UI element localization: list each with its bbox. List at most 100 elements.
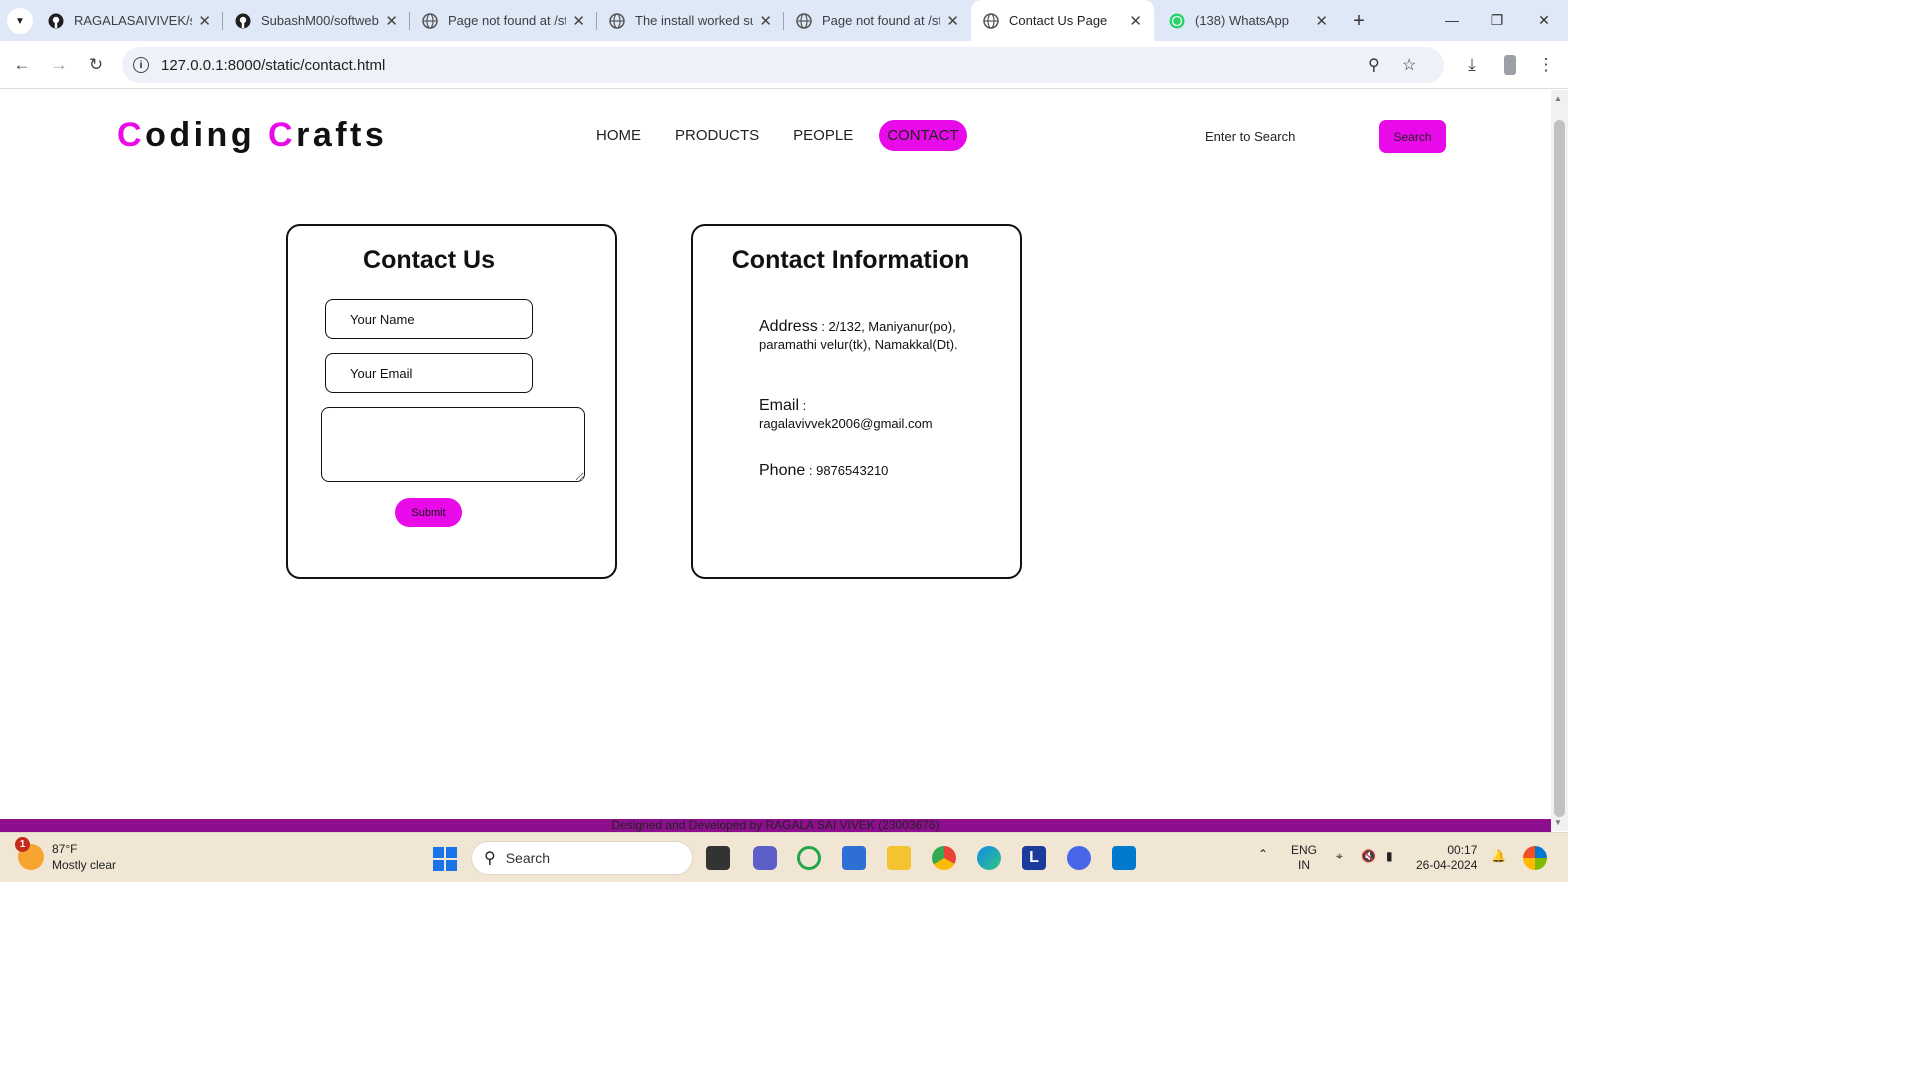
forward-arrow-icon[interactable]: → — [45, 51, 73, 79]
site-search-input[interactable] — [1196, 122, 1346, 150]
site-footer: Designed and Developed by RAGALA SAI VIV… — [0, 819, 1551, 832]
new-tab-plus-icon[interactable]: + — [1346, 8, 1372, 34]
browser-toolbar: ← → ↻ i 127.0.0.1:8000/static/contact.ht… — [0, 41, 1568, 89]
nav-people-link[interactable]: PEOPLE — [785, 120, 861, 151]
nav-products-link[interactable]: PRODUCTS — [667, 120, 767, 151]
tab-page-not-found-2[interactable]: Page not found at /st ✕ — [784, 0, 971, 41]
email-label: Email — [759, 397, 800, 414]
minimize-icon[interactable]: — — [1437, 6, 1467, 34]
url-text[interactable]: 127.0.0.1:8000/static/contact.html — [161, 57, 385, 74]
file-explorer-icon[interactable] — [887, 846, 911, 870]
taskbar-search-label: Search — [505, 850, 551, 866]
copilot-icon[interactable] — [1523, 846, 1547, 870]
search-icon: ⚲ — [484, 850, 496, 867]
tab-close-icon[interactable]: ✕ — [572, 12, 585, 30]
address-block: Address : 2/132, Maniyanur(po), paramath… — [759, 318, 959, 354]
weather-desc: Mostly clear — [52, 858, 117, 872]
window-close-icon[interactable]: ✕ — [1529, 6, 1559, 34]
page-viewport: Coding Crafts HOME PRODUCTS PEOPLE CONTA… — [0, 90, 1551, 819]
weather-temp: 87°F — [52, 842, 78, 856]
chrome-icon[interactable] — [932, 846, 956, 870]
scroll-down-icon[interactable]: ▼ — [1554, 818, 1562, 827]
tab-contact-us[interactable]: Contact Us Page ✕ — [971, 0, 1154, 41]
globe-icon — [609, 12, 625, 29]
restore-icon[interactable]: ❐ — [1482, 6, 1512, 34]
whatsapp-icon — [1169, 13, 1185, 29]
page-scrollbar[interactable]: ▲ ▼ — [1551, 90, 1568, 831]
contact-form-card: Contact Us Submit — [286, 224, 617, 579]
taskbar-search[interactable]: ⚲ Search — [471, 841, 693, 875]
scroll-up-icon[interactable]: ▲ — [1554, 94, 1562, 103]
l-app-icon[interactable]: L — [1022, 846, 1046, 870]
tab-ragalasaivivek[interactable]: RAGALASAIVIVEK/so ✕ — [36, 0, 223, 41]
notification-bell-icon[interactable]: 🔔 — [1491, 849, 1506, 864]
tab-close-icon[interactable]: ✕ — [385, 12, 398, 30]
speaker-muted-icon[interactable]: 🔇 — [1361, 849, 1376, 864]
tab-close-icon[interactable]: ✕ — [1315, 12, 1328, 30]
tab-whatsapp[interactable]: (138) WhatsApp ✕ — [1157, 0, 1340, 41]
microsoft-store-icon[interactable] — [842, 846, 866, 870]
tab-close-icon[interactable]: ✕ — [198, 12, 211, 30]
nav-home-link[interactable]: HOME — [588, 120, 649, 151]
site-logo[interactable]: Coding Crafts — [117, 116, 387, 155]
windows-start-icon[interactable] — [433, 847, 457, 871]
site-info-icon[interactable]: i — [133, 57, 149, 73]
tab-close-icon[interactable]: ✕ — [1129, 12, 1142, 30]
scrollbar-thumb[interactable] — [1554, 120, 1565, 817]
edge-icon[interactable] — [977, 846, 1001, 870]
tab-close-icon[interactable]: ✕ — [759, 12, 772, 30]
name-field[interactable] — [325, 299, 533, 339]
back-arrow-icon[interactable]: ← — [8, 51, 36, 79]
refresh-app-icon[interactable] — [797, 846, 821, 870]
phone-block: Phone : 9876543210 — [759, 462, 959, 480]
message-textarea[interactable] — [321, 407, 585, 482]
browser-menu-icon[interactable]: ⋮ — [1532, 51, 1560, 79]
globe-icon — [796, 12, 812, 29]
tab-install-worked[interactable]: The install worked su ✕ — [597, 0, 784, 41]
email-block: Email : ragalavivvek2006@gmail.com — [759, 397, 939, 433]
tab-label: Contact Us Page — [1009, 13, 1108, 28]
vscode-icon[interactable] — [1112, 846, 1136, 870]
tab-label: SubashM00/softweb — [261, 13, 379, 28]
weather-widget[interactable]: 1 87°F Mostly clear — [15, 837, 117, 873]
nav-contact-link[interactable]: CONTACT — [879, 120, 967, 151]
app-icon[interactable] — [1067, 846, 1091, 870]
clock[interactable]: 00:17 26-04-2024 — [1416, 843, 1477, 873]
tab-close-icon[interactable]: ✕ — [946, 12, 959, 30]
profile-avatar-icon[interactable] — [1496, 51, 1524, 79]
tab-label: RAGALASAIVIVEK/so — [74, 13, 193, 28]
globe-icon — [422, 12, 438, 29]
globe-icon — [983, 12, 999, 29]
phone-label: Phone — [759, 462, 806, 479]
phone-value: : 9876543210 — [805, 463, 889, 478]
zoom-magnifier-icon[interactable]: ⚲ — [1368, 55, 1380, 75]
tab-label: Page not found at /st — [822, 13, 941, 28]
windows-taskbar: 1 87°F Mostly clear ⚲ Search L ⌃ ENG IN … — [0, 832, 1568, 882]
task-view-icon[interactable] — [706, 846, 730, 870]
teams-icon[interactable] — [753, 846, 777, 870]
tab-search-chevron-icon[interactable]: ▼ — [7, 8, 33, 34]
tray-chevron-icon[interactable]: ⌃ — [1258, 847, 1268, 862]
site-nav: HOME PRODUCTS PEOPLE CONTACT — [588, 120, 967, 151]
github-icon — [235, 13, 251, 29]
notification-badge: 1 — [15, 837, 30, 852]
tab-label: Page not found at /st — [448, 13, 567, 28]
email-field[interactable] — [325, 353, 533, 393]
address-label: Address — [759, 318, 818, 335]
github-icon — [48, 13, 64, 29]
tab-page-not-found-1[interactable]: Page not found at /st ✕ — [410, 0, 597, 41]
site-search-button[interactable]: Search — [1379, 120, 1446, 153]
weather-sun-icon: 1 — [15, 837, 44, 870]
download-icon[interactable]: ⤓ — [1458, 51, 1486, 79]
contact-info-title: Contact Information — [731, 246, 970, 274]
wifi-icon[interactable]: ⌖ — [1336, 849, 1343, 864]
tab-subashm00[interactable]: SubashM00/softweb ✕ — [223, 0, 410, 41]
battery-icon[interactable]: ▮ — [1386, 849, 1393, 864]
address-bar[interactable]: i 127.0.0.1:8000/static/contact.html ⚲ ☆ — [122, 47, 1444, 83]
contact-info-card: Contact Information Address : 2/132, Man… — [691, 224, 1022, 579]
language-indicator[interactable]: ENG IN — [1291, 843, 1317, 873]
submit-button[interactable]: Submit — [395, 498, 462, 527]
contact-form-title: Contact Us — [363, 246, 495, 274]
bookmark-star-icon[interactable]: ☆ — [1402, 55, 1416, 75]
reload-icon[interactable]: ↻ — [82, 51, 110, 79]
